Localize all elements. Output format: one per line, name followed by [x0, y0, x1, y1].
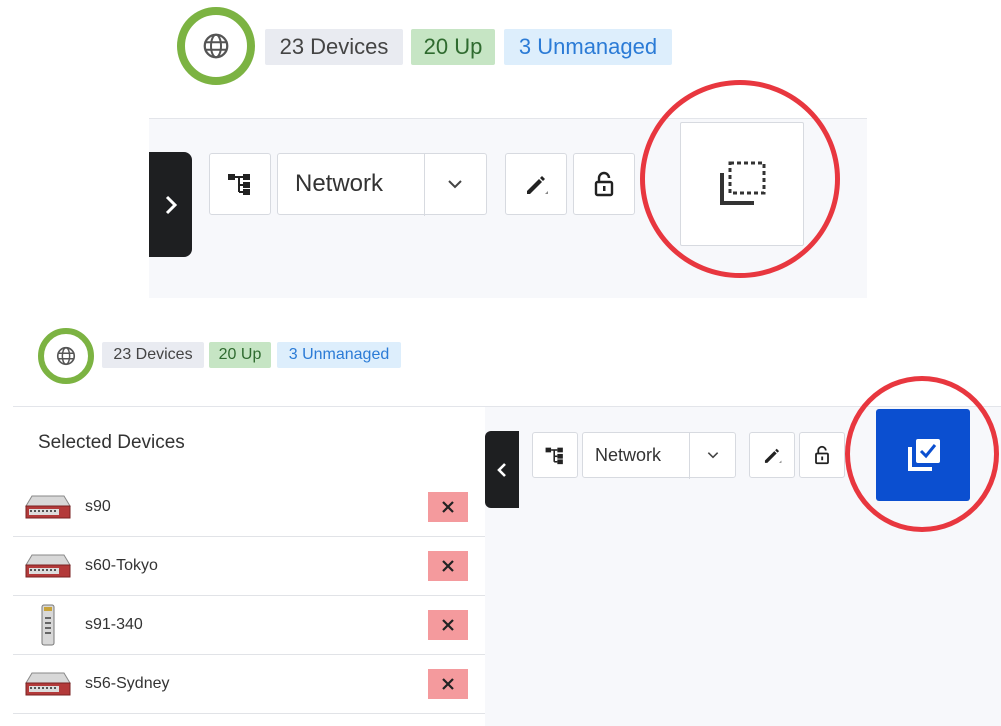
- device-name: s90: [85, 498, 111, 515]
- layer-dropdown-value: Network: [295, 170, 384, 197]
- unmanaged-count-badge-2[interactable]: 3 Unmanaged: [277, 342, 401, 368]
- topology-button-2[interactable]: [532, 432, 578, 478]
- selected-device-row: s60-Tokyo: [13, 537, 485, 596]
- globe-status-button[interactable]: [177, 7, 255, 85]
- topology-icon: [228, 174, 250, 195]
- layer-dropdown-2[interactable]: Network: [582, 432, 736, 479]
- device-name: s91-340: [85, 616, 143, 633]
- selected-device-row: s56-Sydney: [13, 655, 485, 714]
- unlock-icon: [815, 445, 829, 465]
- topology-button[interactable]: [209, 153, 271, 215]
- router-icon: [23, 551, 73, 581]
- pencil-icon: [527, 176, 548, 194]
- layer-dropdown[interactable]: Network: [277, 153, 487, 216]
- close-icon: [442, 501, 454, 513]
- close-icon: [442, 560, 454, 572]
- device-name: s56-Sydney: [85, 675, 170, 692]
- remove-device-button[interactable]: [428, 669, 468, 699]
- globe-icon: [56, 346, 76, 366]
- up-count-badge[interactable]: 20 Up: [411, 29, 495, 65]
- access-point-icon: [33, 603, 63, 647]
- devices-count-badge[interactable]: 23 Devices: [265, 29, 403, 65]
- remove-device-button[interactable]: [428, 610, 468, 640]
- remove-device-button[interactable]: [428, 551, 468, 581]
- chevron-left-icon: [497, 462, 506, 477]
- pencil-icon: [764, 448, 782, 463]
- selected-devices-title: Selected Devices: [38, 432, 185, 453]
- edit-button-2[interactable]: [749, 432, 795, 478]
- devices-count-badge-2[interactable]: 23 Devices: [102, 342, 204, 368]
- layer-dropdown-value-2: Network: [595, 444, 662, 465]
- selected-device-row: s91-340: [13, 596, 485, 655]
- selected-device-row: s90: [13, 478, 485, 537]
- router-icon: [23, 669, 73, 699]
- globe-icon: [203, 33, 229, 59]
- highlight-ring-bottom: [845, 376, 999, 532]
- close-icon: [442, 678, 454, 690]
- chevron-down-icon: [448, 180, 462, 189]
- edit-button[interactable]: [505, 153, 567, 215]
- unlock-icon: [594, 171, 614, 197]
- router-icon: [23, 492, 73, 522]
- close-icon: [442, 619, 454, 631]
- collapse-panel-tab[interactable]: [485, 431, 519, 508]
- expand-panel-tab[interactable]: [149, 152, 192, 257]
- globe-status-button-2[interactable]: [38, 328, 94, 384]
- device-name: s60-Tokyo: [85, 557, 158, 574]
- topology-icon: [545, 447, 563, 464]
- lock-button[interactable]: [573, 153, 635, 215]
- highlight-ring-top: [640, 80, 840, 278]
- lock-button-2[interactable]: [799, 432, 845, 478]
- remove-device-button[interactable]: [428, 492, 468, 522]
- unmanaged-count-badge[interactable]: 3 Unmanaged: [504, 29, 672, 65]
- chevron-right-icon: [165, 195, 177, 214]
- chevron-down-icon: [707, 452, 719, 459]
- up-count-badge-2[interactable]: 20 Up: [209, 342, 271, 368]
